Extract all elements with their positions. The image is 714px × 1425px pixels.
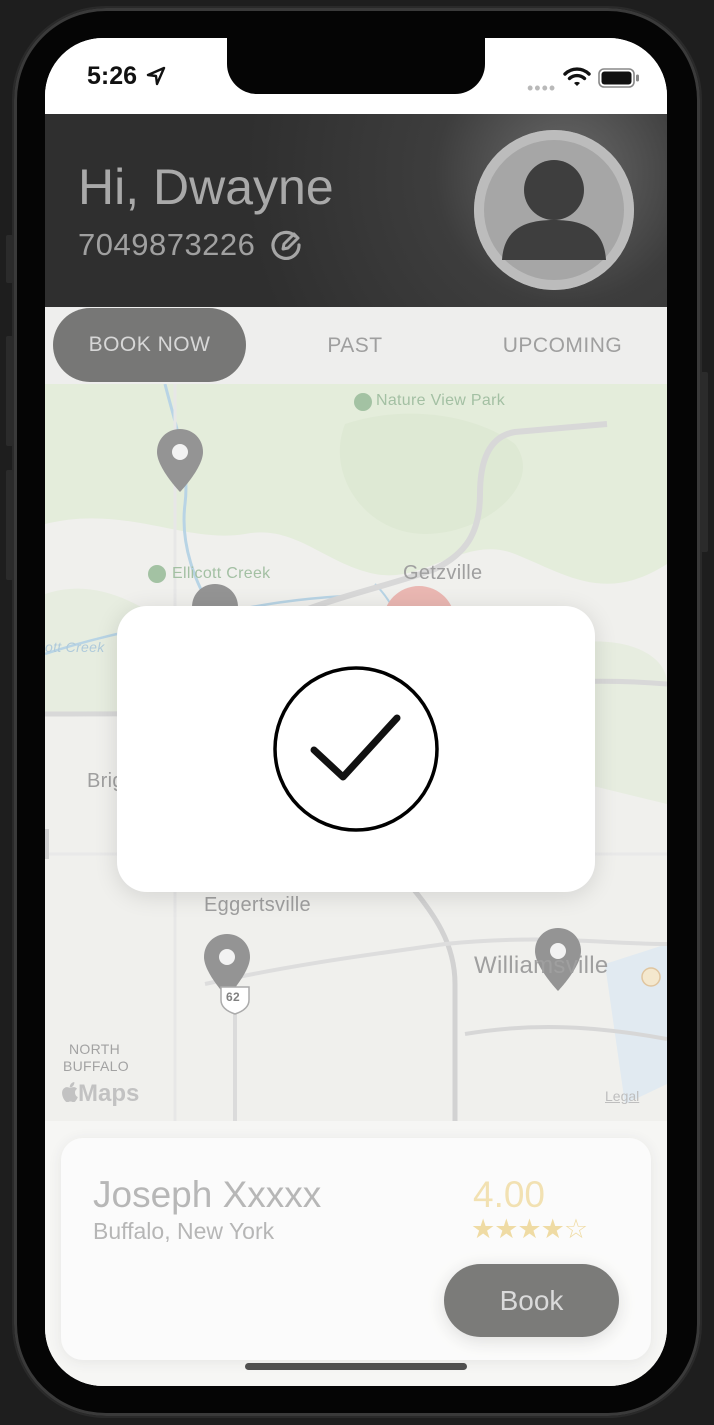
- location-arrow-icon: [146, 66, 166, 86]
- home-indicator: [245, 1363, 467, 1370]
- battery-icon: [598, 68, 639, 88]
- volume-up-button: [6, 336, 14, 446]
- notch: [227, 38, 485, 94]
- phone-number: 7049873226: [78, 227, 256, 262]
- greeting: Hi, Dwayne: [78, 159, 334, 215]
- status-bar: 5:26 ••••: [45, 38, 667, 114]
- phone-row: 7049873226: [78, 227, 303, 263]
- checkmark-icon: [273, 666, 439, 832]
- cellular-signal: ••••: [527, 78, 557, 98]
- power-button: [700, 372, 708, 552]
- edit-icon[interactable]: [269, 228, 303, 262]
- status-time: 5:26: [87, 62, 138, 90]
- silent-switch: [6, 235, 14, 283]
- avatar-icon: [476, 132, 632, 288]
- success-dialog: [117, 606, 595, 892]
- wifi-icon: [563, 67, 591, 86]
- volume-down-button: [6, 470, 14, 580]
- profile-header: Hi, Dwayne 7049873226: [45, 114, 667, 307]
- screen: 5:26 •••• Hi, Dwayne 7049873226 BOOK NOW…: [45, 38, 667, 1386]
- avatar[interactable]: [474, 130, 634, 290]
